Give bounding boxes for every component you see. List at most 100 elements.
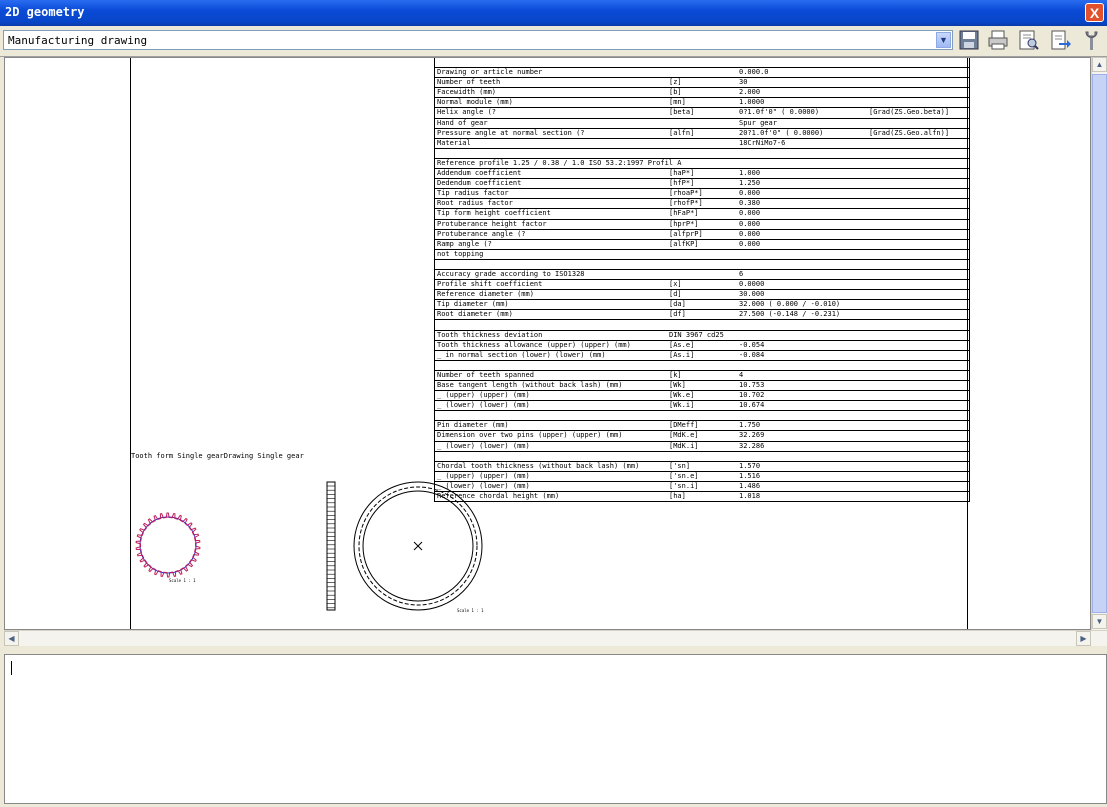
row-value: 10.674 [739, 401, 765, 410]
row-label: Chordal tooth thickness (without back la… [437, 461, 640, 470]
row-value: 0.380 [739, 199, 761, 208]
table-row: Reference diameter (mm) [d] 30.000 [435, 290, 969, 301]
row-symbol: [As.i] [669, 350, 695, 359]
save-icon [959, 30, 979, 50]
row-value: 0.000 [739, 229, 761, 238]
table-row: Reference profile 1.25 / 0.38 / 1.0 ISO … [435, 158, 969, 170]
table-row: Accuracy grade according to ISO1328 6 [435, 269, 969, 281]
row-label: Ramp angle (? [437, 239, 492, 248]
table-row: Facewidth (mm) [b] 2.000 [435, 88, 969, 99]
table-row: Helix angle (? [beta] 0?1.0f'0" ( 0.0000) [… [435, 108, 969, 119]
chevron-down-icon[interactable]: ▼ [936, 32, 951, 48]
export-icon [1051, 30, 1071, 50]
row-value: 10.702 [739, 391, 765, 400]
row-symbol: ['sn.i] [669, 481, 699, 490]
scroll-thumb[interactable] [1092, 74, 1107, 613]
row-symbol: [df] [669, 310, 686, 319]
output-text-pane[interactable] [4, 654, 1107, 804]
table-row: Dimension over two pins (upper) (upper) … [435, 431, 969, 442]
export-button[interactable] [1048, 28, 1072, 52]
row-label: Root radius factor [437, 199, 513, 208]
save-button[interactable] [957, 28, 981, 52]
table-row: _ (lower) (lower) (mm) [MdK.i] 32.286 [435, 442, 969, 452]
scale-label-right-wrap: Scale 1 : 1 [457, 608, 484, 613]
row-label: _ (upper) (upper) (mm) [437, 391, 530, 400]
table-row: Material 18CrNiMo7-6 [435, 139, 969, 149]
row-value: 4 [739, 370, 744, 379]
drawing-canvas[interactable]: Drawing or article number 0.000.0 Number o… [4, 57, 1091, 630]
row-label: Reference diameter (mm) [437, 290, 534, 299]
row-value: 30 [739, 78, 748, 87]
gear-side-view [326, 481, 336, 611]
row-value: 1.516 [739, 471, 761, 480]
row-label: Drawing or article number [437, 68, 543, 77]
row-label: _ (lower) (lower) (mm) [437, 441, 530, 450]
row-symbol: [x] [669, 280, 682, 289]
row-label: Pressure angle at normal section (? [437, 128, 585, 137]
table-row: Dedendum coefficient [hfP*] 1.250 [435, 179, 969, 190]
row-reference: [Grad(ZS.Geo.alfn)] [869, 128, 950, 137]
row-symbol: [DMeff] [669, 421, 699, 430]
row-value: 1.750 [739, 421, 761, 430]
row-label: Tip form height coefficient [437, 209, 551, 218]
scroll-left-icon[interactable]: ◀ [4, 631, 19, 646]
table-row: Protuberance angle (? [alfprP] 0.000 [435, 230, 969, 240]
row-symbol: [alfn] [669, 128, 695, 137]
table-row: Tip radius factor [rhoaP*] 0.000 [435, 189, 969, 200]
row-symbol: [rhofP*] [669, 199, 703, 208]
print-button[interactable] [986, 28, 1010, 52]
row-value: 0.000 [739, 219, 761, 228]
row-value: 1.000 [739, 169, 761, 178]
row-value: 27.500 (-0.148 / -0.231) [739, 310, 841, 319]
row-label: _ in normal section (lower) (lower) (mm) [437, 350, 606, 359]
table-row: _ (upper) (upper) (mm) ['sn.e] 1.516 [435, 472, 969, 482]
view-select[interactable]: Manufacturing drawing ▼ [3, 30, 953, 50]
table-row: Root diameter (mm) [df] 27.500 (-0.148 / -… [435, 310, 969, 321]
row-symbol: [MdK.e] [669, 431, 699, 440]
row-value: -0.084 [739, 350, 765, 359]
scroll-up-icon[interactable]: ▲ [1092, 57, 1107, 72]
row-value: 6 [739, 269, 744, 278]
table-row [435, 452, 969, 462]
row-value: 20?1.0f'0" ( 0.0000) [739, 128, 824, 137]
print-icon [988, 30, 1008, 50]
row-label: Addendum coefficient [437, 169, 522, 178]
table-row [435, 411, 969, 422]
row-value: 0.0000 [739, 280, 765, 289]
row-symbol: DIN 3967 cd25 [669, 330, 724, 339]
row-value: 1.018 [739, 492, 761, 501]
row-value: 32.000 ( 0.000 / -0.010) [739, 300, 841, 309]
gear-side-hatching [327, 485, 335, 609]
print-preview-button[interactable] [1016, 28, 1040, 52]
table-row: Pressure angle at normal section (? [alfn… [435, 129, 969, 139]
row-label: Tooth thickness allowance (upper) (upper… [437, 340, 631, 349]
table-row: Addendum coefficient [haP*] 1.000 [435, 169, 969, 180]
row-symbol: [hprP*] [669, 219, 699, 228]
row-value: 2.000 [739, 88, 761, 97]
row-symbol: [As.e] [669, 340, 695, 349]
table-row: _ (lower) (lower) (mm) ['sn.i] 1.486 [435, 481, 969, 493]
row-symbol: [hFaP*] [669, 209, 699, 218]
row-label: Helix angle (? [437, 108, 497, 117]
title-bar[interactable]: 2D geometry X [0, 0, 1107, 26]
horizontal-scrollbar[interactable]: ◀ ▶ [4, 630, 1107, 646]
scroll-down-icon[interactable]: ▼ [1092, 614, 1107, 629]
row-label: Material [437, 138, 471, 147]
vertical-scrollbar[interactable]: ▲ ▼ [1091, 57, 1107, 630]
table-row: Tip form height coefficient [hFaP*] 0.000 [435, 209, 969, 220]
settings-button[interactable] [1079, 28, 1103, 52]
row-symbol: [mn] [669, 98, 686, 107]
row-label: Normal module (mm) [437, 98, 513, 107]
scroll-right-icon[interactable]: ▶ [1076, 631, 1091, 646]
text-caret [11, 661, 12, 675]
pane-splitter[interactable] [0, 646, 1107, 654]
row-value: 30.000 [739, 290, 765, 299]
row-symbol: [d] [669, 290, 682, 299]
row-label: Reference profile 1.25 / 0.38 / 1.0 ISO … [437, 158, 682, 167]
row-symbol: [Wk.e] [669, 391, 695, 400]
table-row [435, 260, 969, 270]
close-button[interactable]: X [1085, 3, 1104, 22]
table-row: Drawing or article number 0.000.0 [435, 68, 969, 79]
row-label: Protuberance height factor [437, 219, 547, 228]
scale-label-right: Scale 1 : 1 [457, 608, 484, 613]
